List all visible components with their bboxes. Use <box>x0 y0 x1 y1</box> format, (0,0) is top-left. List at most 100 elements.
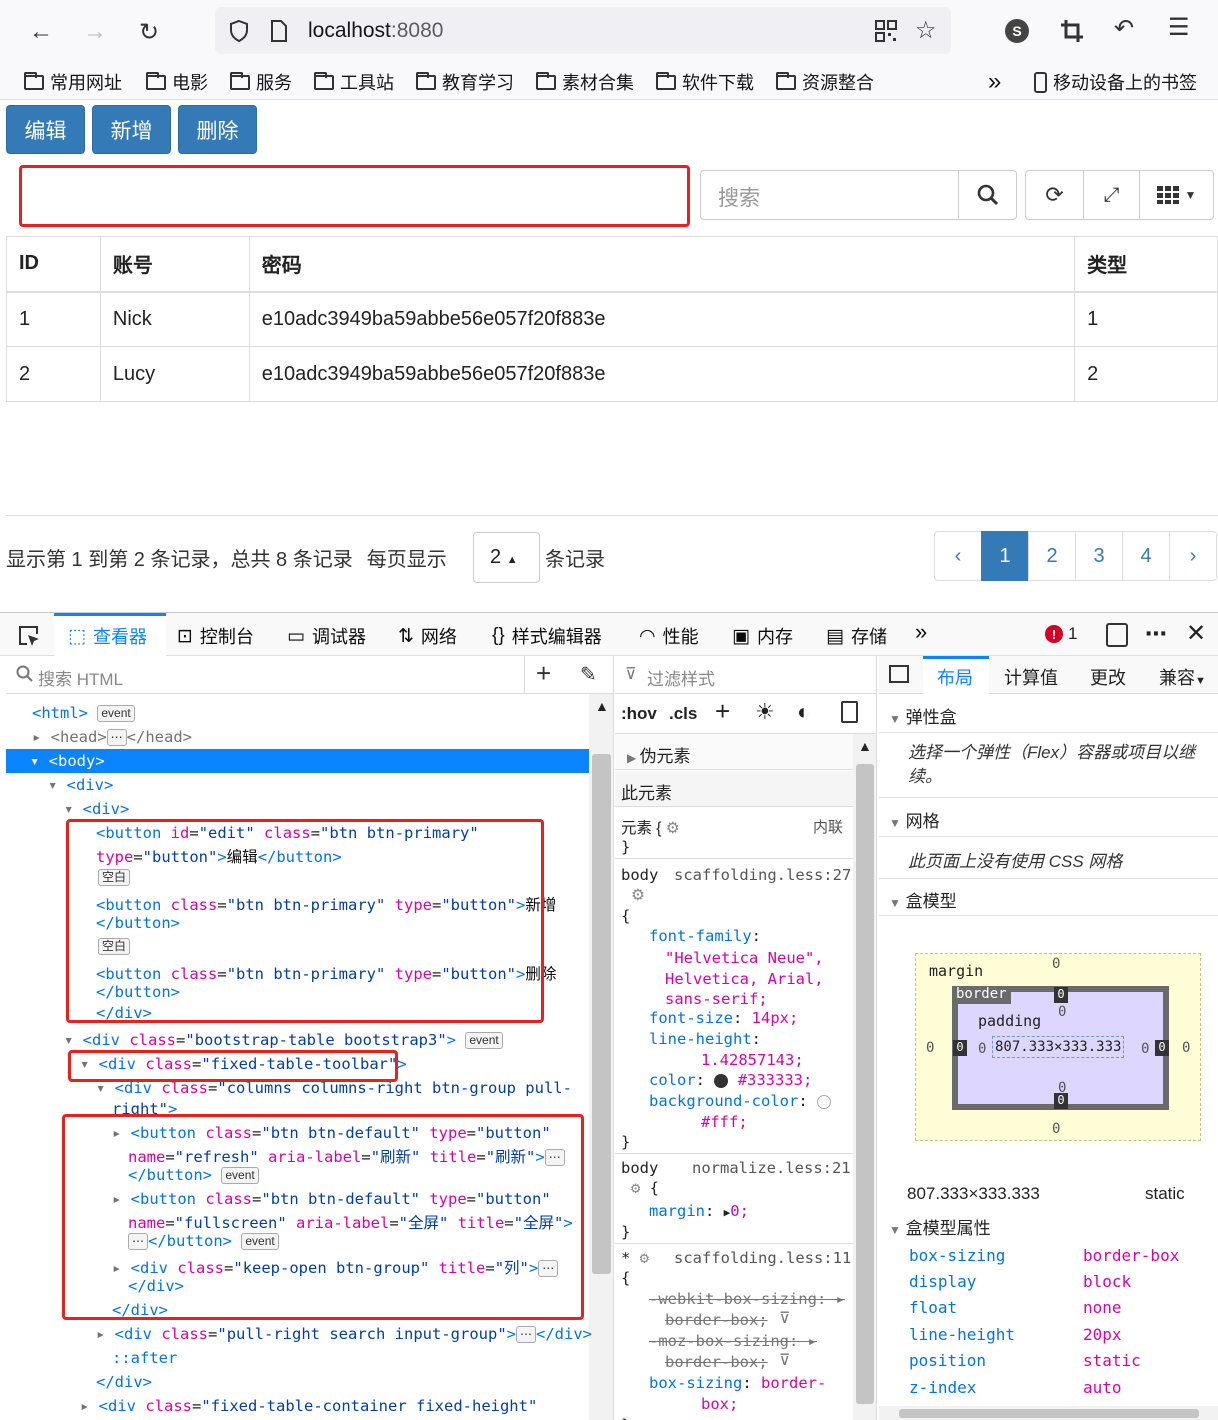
tab-console[interactable]: ⊡ 控制台 <box>177 623 254 649</box>
cls-toggle[interactable]: .cls <box>669 704 697 724</box>
bookmark-folder[interactable]: 工具站 <box>314 70 394 94</box>
decl-color[interactable]: color: #333333; <box>649 1071 812 1089</box>
url-bar[interactable]: localhost:8080 ☆ <box>215 7 951 54</box>
bookmark-folder[interactable]: 教育学习 <box>416 70 514 94</box>
add-node-icon[interactable]: + <box>536 658 551 689</box>
element-picker-icon[interactable] <box>17 624 41 648</box>
scroll-up-icon[interactable]: ▲ <box>858 738 872 754</box>
flexbox-section-header[interactable]: ▼ 弹性盒 <box>889 703 957 728</box>
close-devtools-icon[interactable]: ✕ <box>1186 619 1206 648</box>
scrollbar-thumb[interactable] <box>856 764 874 1404</box>
page-button-1[interactable]: 1 <box>981 531 1029 581</box>
page-size-dropdown[interactable]: 2 ▲ <box>473 532 540 583</box>
gear-icon[interactable]: ⚙ <box>631 886 645 905</box>
decl-webkit-box-sizing-value[interactable]: border-box; <box>665 1311 768 1329</box>
error-icon[interactable]: ! <box>1045 625 1063 643</box>
search-html-input[interactable]: 搜索 HTML <box>38 665 123 690</box>
color-swatch[interactable] <box>714 1073 729 1088</box>
decl-moz-box-sizing-value[interactable]: border-box; <box>665 1353 768 1371</box>
undo-icon[interactable]: ↶ <box>1114 14 1134 43</box>
bookmark-folder[interactable]: 资源整合 <box>776 70 874 94</box>
edit-button[interactable]: 编辑 <box>6 105 85 154</box>
columns-toggle-button[interactable]: ▼ <box>1139 170 1214 220</box>
decl-background-color[interactable]: background-color: <box>649 1092 831 1110</box>
color-swatch[interactable] <box>816 1094 831 1109</box>
delete-button[interactable]: 删除 <box>178 105 257 154</box>
bookmark-folder[interactable]: 软件下载 <box>656 70 754 94</box>
tab-debugger[interactable]: ▭ 调试器 <box>287 623 366 649</box>
table-row[interactable]: 2 Lucy e10adc3949ba59abbe56e057f20f883e … <box>6 346 1218 402</box>
decl-font-size[interactable]: font-size: 14px; <box>649 1009 798 1027</box>
tab-compatibility[interactable]: 兼容▼ <box>1159 664 1206 690</box>
markup-node-toolbar-close[interactable]: </div> <box>96 1373 152 1391</box>
bookmarks-overflow-icon[interactable]: » <box>988 68 1001 95</box>
tab-computed[interactable]: 计算值 <box>1004 664 1058 690</box>
box-model-content[interactable]: 807.333×333.333 <box>992 1036 1125 1058</box>
tab-memory[interactable]: ▣ 内存 <box>732 623 793 649</box>
forward-arrow-icon[interactable]: → <box>77 14 113 50</box>
mobile-bookmarks[interactable]: 移动设备上的书签 <box>1034 70 1197 94</box>
decl-font-family[interactable]: font-family: <box>649 927 761 945</box>
column-header-account[interactable]: 账号 <box>99 236 250 293</box>
hov-toggle[interactable]: :hov <box>621 704 657 724</box>
rules-scrollbar[interactable]: ▲ <box>853 734 876 1420</box>
box-model-border[interactable]: border 0 0 0 0 padding 0 0 0 0 807.333×3… <box>952 986 1169 1110</box>
column-header-id[interactable]: ID <box>6 236 101 293</box>
refresh-button[interactable]: ⟳ <box>1025 170 1084 220</box>
crop-screenshot-icon[interactable] <box>1060 19 1084 43</box>
decl-line-height-value[interactable]: 1.42857143; <box>701 1051 804 1069</box>
tab-style-editor[interactable]: {} 样式编辑器 <box>492 623 602 649</box>
more-tabs-icon[interactable]: » <box>915 619 927 645</box>
column-header-type[interactable]: 类型 <box>1074 236 1218 293</box>
scroll-up-icon[interactable]: ▲ <box>595 698 609 714</box>
menu-hamburger-icon[interactable]: ☰ <box>1168 13 1190 42</box>
decl-moz-box-sizing[interactable]: -moz-box-sizing: ▸ <box>649 1332 817 1350</box>
decl-box-sizing-value[interactable]: box; <box>701 1395 738 1413</box>
add-button[interactable]: 新增 <box>92 105 171 154</box>
scrollbar-thumb[interactable] <box>592 754 611 1274</box>
rule-selector-body[interactable]: body <box>621 1159 658 1177</box>
layout-scrollbar[interactable] <box>879 1406 1218 1420</box>
tab-storage[interactable]: ▤ 存储 <box>826 623 887 649</box>
table-row[interactable]: 1 Nick e10adc3949ba59abbe56e057f20f883e … <box>6 291 1218 347</box>
tab-inspector[interactable]: ⬚ 查看器 <box>68 623 147 649</box>
filter-icon[interactable]: ⊽ <box>779 1309 790 1328</box>
markup-node-div[interactable]: ▾ <div> <box>48 776 113 794</box>
url-text[interactable]: localhost:8080 <box>308 19 443 43</box>
page-button-2[interactable]: 2 <box>1028 531 1076 581</box>
rule-source-link[interactable]: scaffolding.less:11 <box>674 1249 851 1267</box>
reload-icon[interactable]: ↻ <box>131 14 167 50</box>
profile-avatar[interactable]: S <box>1005 19 1029 43</box>
light-mode-icon[interactable]: ☀ <box>755 699 775 725</box>
rule-selector-body[interactable]: body <box>621 866 658 884</box>
fullscreen-button[interactable]: ⤢ <box>1083 170 1140 220</box>
bookmark-folder[interactable]: 服务 <box>230 70 292 94</box>
pseudo-elements-section[interactable]: ▶ 伪元素 <box>615 734 853 770</box>
error-count[interactable]: 1 <box>1068 624 1077 644</box>
print-media-icon[interactable] <box>841 701 858 723</box>
bookmark-folder[interactable]: 素材合集 <box>536 70 634 94</box>
markup-node-fixed-table-container[interactable]: ▸ <div class="fixed-table-container fixe… <box>80 1397 537 1415</box>
markup-node-body[interactable]: ▾ <body> <box>30 752 105 770</box>
toggle-sidebar-icon[interactable] <box>889 665 909 683</box>
search-input[interactable]: 搜索 <box>700 170 959 220</box>
filter-styles-input[interactable]: 过滤样式 <box>647 665 715 690</box>
star-bookmark-icon[interactable]: ☆ <box>915 16 937 45</box>
shield-icon[interactable] <box>228 19 250 43</box>
column-header-password[interactable]: 密码 <box>248 236 1076 293</box>
grid-section-header[interactable]: ▼ 网格 <box>889 807 940 832</box>
box-model-margin[interactable]: margin 0 0 0 0 border 0 0 0 0 padding 0 … <box>915 953 1201 1141</box>
markup-node-div[interactable]: ▾ <div> <box>64 800 129 818</box>
tab-layout[interactable]: 布局 <box>937 664 973 690</box>
decl-line-height[interactable]: line-height: <box>649 1030 761 1048</box>
box-model-props-header[interactable]: ▼ 盒模型属性 <box>889 1214 991 1239</box>
scrollbar-thumb[interactable] <box>899 1409 1199 1418</box>
tab-performance[interactable]: ◠ 性能 <box>639 623 699 649</box>
page-info-icon[interactable] <box>270 19 288 43</box>
decl-webkit-box-sizing[interactable]: -webkit-box-sizing: ▸ <box>649 1290 845 1308</box>
page-button-4[interactable]: 4 <box>1122 531 1170 581</box>
responsive-design-icon[interactable] <box>1106 623 1128 647</box>
prev-page-button[interactable]: ‹ <box>934 531 982 581</box>
markup-scrollbar[interactable]: ▲ <box>589 694 613 1420</box>
tab-network[interactable]: ⇅ 网络 <box>398 623 457 649</box>
